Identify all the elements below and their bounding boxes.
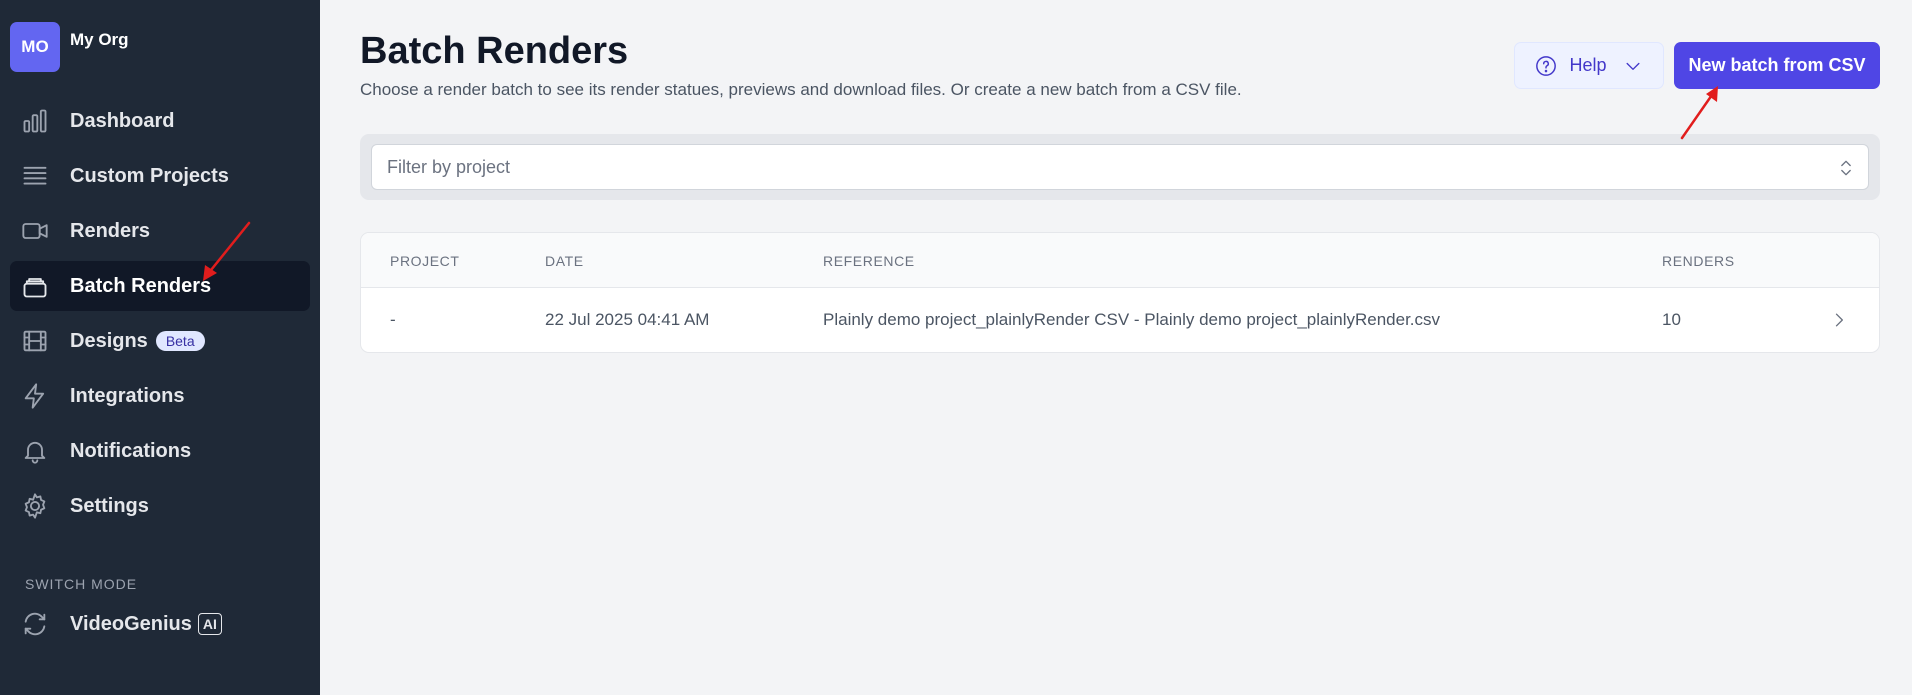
batch-table: PROJECT DATE REFERENCE RENDERS - 22 Jul … bbox=[360, 232, 1880, 353]
beta-badge: Beta bbox=[155, 331, 205, 351]
sidebar-item-label: Renders bbox=[70, 219, 151, 242]
chart-bar-icon bbox=[20, 106, 50, 136]
sidebar-item-label: Notifications bbox=[70, 439, 192, 462]
cell-reference: Plainly demo project_plainlyRender CSV -… bbox=[823, 310, 1441, 329]
column-header-date: DATE bbox=[545, 253, 584, 269]
sidebar-item-dashboard[interactable]: Dashboard bbox=[10, 96, 310, 146]
sidebar-item-notifications[interactable]: Notifications bbox=[10, 426, 310, 476]
sidebar-item-settings[interactable]: Settings bbox=[10, 481, 310, 531]
sidebar-item-label: VideoGenius bbox=[70, 612, 192, 635]
chevron-down-icon bbox=[1623, 56, 1643, 76]
page-title: Batch Renders bbox=[360, 30, 629, 72]
cell-date: 22 Jul 2025 04:41 AM bbox=[545, 310, 710, 329]
sidebar-item-custom-projects[interactable]: Custom Projects bbox=[10, 151, 310, 201]
org-name: My Org bbox=[70, 30, 129, 49]
sidebar-nav: Dashboard Custom Projects Renders Batch … bbox=[10, 96, 310, 536]
cell-renders: 10 bbox=[1662, 310, 1681, 329]
sidebar-item-label: Batch Renders bbox=[70, 274, 212, 297]
refresh-icon bbox=[20, 609, 50, 639]
project-filter-select[interactable]: Filter by project bbox=[371, 144, 1869, 190]
column-header-renders: RENDERS bbox=[1662, 253, 1735, 269]
new-batch-button[interactable]: New batch from CSV bbox=[1674, 42, 1880, 89]
table-header: PROJECT DATE REFERENCE RENDERS bbox=[361, 233, 1879, 288]
sidebar-item-renders[interactable]: Renders bbox=[10, 206, 310, 256]
video-camera-icon bbox=[20, 216, 50, 246]
sidebar-item-designs[interactable]: Designs Beta bbox=[10, 316, 310, 366]
gear-icon bbox=[20, 491, 50, 521]
sidebar-item-label: Custom Projects bbox=[70, 164, 229, 187]
org-switcher[interactable]: MO My Org bbox=[10, 22, 129, 72]
page-subtitle: Choose a render batch to see its render … bbox=[360, 80, 1242, 99]
sidebar: MO My Org Dashboard Custom Projects Rend… bbox=[0, 0, 320, 695]
filter-placeholder: Filter by project bbox=[387, 156, 511, 177]
sidebar-item-batch-renders[interactable]: Batch Renders bbox=[10, 261, 310, 311]
sidebar-item-label: Designs bbox=[70, 329, 148, 352]
bell-icon bbox=[20, 436, 50, 466]
bolt-icon bbox=[20, 381, 50, 411]
stack-icon bbox=[20, 271, 50, 301]
filter-bar: Filter by project bbox=[360, 134, 1880, 200]
chevron-right-icon[interactable] bbox=[1829, 308, 1849, 337]
org-avatar: MO bbox=[10, 22, 60, 72]
sidebar-item-label: Dashboard bbox=[70, 109, 175, 132]
ai-badge: AI bbox=[197, 613, 222, 635]
table-row[interactable]: - 22 Jul 2025 04:41 AM Plainly demo proj… bbox=[361, 288, 1879, 352]
column-header-project: PROJECT bbox=[390, 253, 460, 269]
question-circle-icon bbox=[1535, 55, 1557, 77]
annotation-arrow-new-batch bbox=[1680, 86, 1718, 140]
list-icon bbox=[20, 161, 50, 191]
help-button[interactable]: Help bbox=[1514, 42, 1664, 89]
sidebar-item-label: Integrations bbox=[70, 384, 185, 407]
cell-project: - bbox=[390, 310, 396, 329]
sidebar-item-label: Settings bbox=[70, 494, 149, 517]
column-header-reference: REFERENCE bbox=[823, 253, 915, 269]
sidebar-item-videogenius[interactable]: VideoGenius AI bbox=[10, 599, 310, 649]
switch-mode-label: SWITCH MODE bbox=[25, 576, 138, 592]
help-label: Help bbox=[1569, 55, 1607, 75]
sidebar-item-integrations[interactable]: Integrations bbox=[10, 371, 310, 421]
film-icon bbox=[20, 326, 50, 356]
